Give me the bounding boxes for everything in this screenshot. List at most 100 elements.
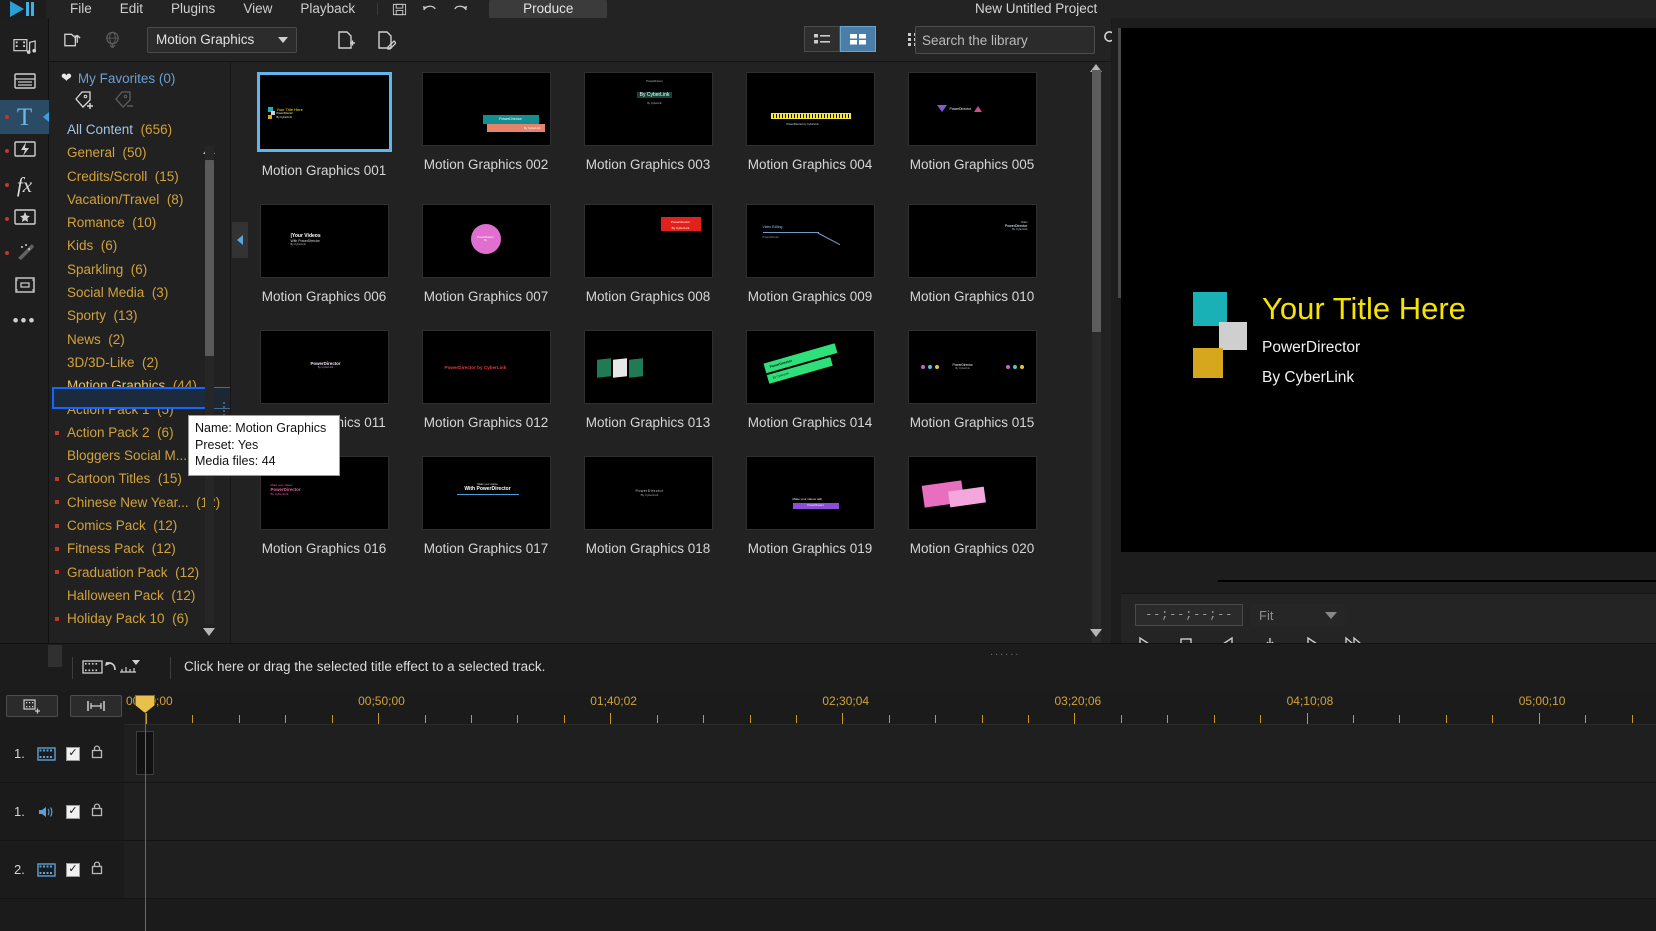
download-cloud-icon[interactable] bbox=[95, 25, 129, 55]
library-item-thumbnail[interactable]: Video Editing PowerDirector bbox=[745, 204, 875, 278]
library-item[interactable]: Make your videos with PowerDirector Motion… bbox=[729, 456, 891, 556]
library-item[interactable]: PowerDirector By CyberLink By CyberLink Mot… bbox=[567, 72, 729, 178]
sidebar-item-title-room[interactable]: T bbox=[0, 100, 49, 134]
library-item-thumbnail[interactable]: PowerDirector bbox=[907, 72, 1037, 146]
timeline-track[interactable]: 1. ✓ bbox=[0, 725, 1656, 783]
audio-track-icon[interactable] bbox=[36, 804, 56, 820]
undo-icon[interactable] bbox=[421, 2, 438, 16]
library-item[interactable]: Video PowerDirector By CyberLink Motion Gra… bbox=[891, 204, 1053, 304]
library-item[interactable]: PowerDirector by CyberLink Motion Graphic… bbox=[729, 72, 891, 178]
video-track-icon[interactable] bbox=[36, 746, 56, 762]
library-item-thumbnail[interactable]: Video PowerDirector By CyberLink bbox=[907, 204, 1037, 278]
library-item[interactable]: Video Editing PowerDirector Motion Graphic… bbox=[729, 204, 891, 304]
search-box[interactable] bbox=[915, 26, 1119, 54]
menu-plugins[interactable]: Plugins bbox=[157, 0, 229, 18]
library-item[interactable]: Make your videos With PowerDirector Motion… bbox=[405, 456, 567, 556]
lock-icon[interactable] bbox=[90, 802, 104, 822]
preview-stage[interactable]: Your Title Here PowerDirector By CyberLi… bbox=[1121, 28, 1656, 552]
timeline-track[interactable]: 1. ✓ bbox=[0, 783, 1656, 841]
library-item[interactable]: PowerDirectorBy CyberLink Motion Graphics… bbox=[891, 330, 1053, 430]
library-item-thumbnail[interactable]: Make your videos with PowerDirector bbox=[745, 456, 875, 530]
menu-view[interactable]: View bbox=[229, 0, 286, 18]
tag-add-icon[interactable] bbox=[73, 90, 99, 112]
snap-button[interactable] bbox=[70, 695, 122, 717]
library-item-thumbnail[interactable] bbox=[907, 456, 1037, 530]
lock-icon[interactable] bbox=[90, 860, 104, 880]
library-item[interactable]: |Your Videos With PowerDirector By CyberLi… bbox=[243, 204, 405, 304]
sidebar-item-overlay-room[interactable] bbox=[0, 202, 49, 236]
track-lane[interactable] bbox=[124, 783, 1656, 840]
grid-view-button[interactable] bbox=[840, 26, 876, 52]
splitter-dots[interactable]: ...... bbox=[990, 646, 1020, 658]
sidebar-item-media-room[interactable] bbox=[0, 32, 49, 66]
library-item[interactable]: PowerDirectorBy CyberLink Motion Graphics… bbox=[729, 330, 891, 430]
preview-timecode[interactable]: --;--;--;-- bbox=[1135, 604, 1243, 626]
timeline-ruler[interactable]: 00;00;0000;50;0001;40;0202;30;0403;20;06… bbox=[124, 691, 1656, 726]
library-item-thumbnail[interactable]: PowerDirector by CyberLink bbox=[421, 330, 551, 404]
track-lane[interactable] bbox=[124, 841, 1656, 898]
library-item[interactable]: PowerDirectorBy CyberLink Motion Graphics… bbox=[567, 204, 729, 304]
my-favorites-item[interactable]: ❤ My Favorites (0) bbox=[49, 62, 230, 86]
new-title-icon[interactable] bbox=[329, 25, 363, 55]
sidebar-item-effect-room[interactable]: fx bbox=[0, 168, 49, 202]
sidebar-item-transition-room[interactable] bbox=[0, 134, 49, 168]
library-item[interactable]: Motion Graphics 013 bbox=[567, 330, 729, 430]
sidebar-item-all-content[interactable]: All Content (656) bbox=[61, 118, 230, 141]
grid-scrollbar-thumb[interactable] bbox=[1092, 70, 1101, 332]
track-lane[interactable] bbox=[124, 725, 1656, 782]
library-item-thumbnail[interactable]: |Your Videos With PowerDirector By CyberLi… bbox=[259, 204, 389, 278]
library-item[interactable]: Motion Graphics 020 bbox=[891, 456, 1053, 556]
panel-drag-handle[interactable] bbox=[48, 645, 62, 667]
track-enable-checkbox[interactable]: ✓ bbox=[66, 746, 80, 761]
category-dropdown[interactable]: Motion Graphics bbox=[147, 26, 297, 53]
video-track-icon[interactable] bbox=[36, 862, 56, 878]
sidebar-item-particle-room[interactable] bbox=[0, 236, 49, 270]
library-item-thumbnail[interactable]: Your Title Here PowerDirector By CyberLink bbox=[256, 72, 392, 152]
import-media-icon[interactable] bbox=[55, 25, 89, 55]
list-view-button[interactable] bbox=[804, 26, 840, 52]
library-item-thumbnail[interactable]: PowerDirector by CyberLink bbox=[745, 72, 875, 146]
timeline-track[interactable]: 2. ✓ bbox=[0, 841, 1656, 899]
tag-remove-icon[interactable] bbox=[113, 90, 139, 112]
library-item[interactable]: PowerDirectorBy CyberLink Motion Graphics… bbox=[405, 72, 567, 178]
collapse-panel-button[interactable] bbox=[232, 222, 248, 258]
library-item-thumbnail[interactable]: PowerDirector By CyberLink bbox=[745, 330, 875, 404]
category-scrollbar-thumb[interactable] bbox=[205, 160, 214, 356]
track-manager-button[interactable] bbox=[6, 695, 58, 717]
produce-button[interactable]: Produce bbox=[489, 0, 608, 18]
edit-title-icon[interactable] bbox=[369, 25, 403, 55]
search-input[interactable] bbox=[922, 32, 1099, 48]
grid-scroll-down-arrow[interactable] bbox=[1090, 629, 1102, 637]
menu-file[interactable]: File bbox=[56, 0, 106, 18]
library-item-thumbnail[interactable]: PowerDirector By CyberLink By CyberLink bbox=[583, 72, 713, 146]
redo-icon[interactable] bbox=[452, 2, 469, 16]
sidebar-item-more-rooms[interactable]: ••• bbox=[0, 304, 49, 338]
library-item-thumbnail[interactable]: PowerDirector By CyberLink bbox=[583, 456, 713, 530]
library-item[interactable]: PowerDirector by CyberLink Motion Graphic… bbox=[405, 330, 567, 430]
track-enable-checkbox[interactable]: ✓ bbox=[66, 804, 80, 819]
lock-icon[interactable] bbox=[90, 744, 104, 764]
sidebar-item-clapper-room[interactable] bbox=[0, 66, 49, 100]
insert-to-track-icon[interactable] bbox=[82, 658, 144, 683]
library-item[interactable]: PowerDirectorBy CyberLink Motion Graphics… bbox=[567, 456, 729, 556]
library-item[interactable]: Your Title Here PowerDirector By CyberLink… bbox=[243, 72, 405, 178]
preview-zoom-select[interactable]: Fit bbox=[1251, 604, 1345, 626]
category-scroll-down-arrow[interactable] bbox=[203, 628, 215, 636]
library-item[interactable]: PowerDirector Motion Graphics 005 bbox=[891, 72, 1053, 178]
menu-playback[interactable]: Playback bbox=[286, 0, 369, 18]
library-item-thumbnail[interactable]: PowerDirector By CyberLink bbox=[907, 330, 1037, 404]
track-enable-checkbox[interactable]: ✓ bbox=[66, 862, 80, 877]
library-item-thumbnail[interactable]: PowerDirector By CyberLink bbox=[583, 204, 713, 278]
library-item-thumbnail[interactable]: PowerDirector By CyberLink bbox=[259, 330, 389, 404]
library-item-thumbnail[interactable]: Make your videos With PowerDirector bbox=[421, 456, 551, 530]
library-item[interactable]: PowerDirector By Motion Graphics 007 bbox=[405, 204, 567, 304]
category-label: Social Media bbox=[67, 285, 145, 301]
library-item-thumbnail[interactable] bbox=[583, 330, 713, 404]
library-item-thumbnail[interactable]: PowerDirector By CyberLink bbox=[421, 72, 551, 146]
preview-scrub-line[interactable] bbox=[1218, 580, 1656, 582]
save-icon[interactable] bbox=[392, 2, 407, 17]
library-item-thumbnail[interactable]: PowerDirector By bbox=[421, 204, 551, 278]
sidebar-item-subtitle-room[interactable] bbox=[0, 270, 49, 304]
menu-edit[interactable]: Edit bbox=[106, 0, 157, 18]
playhead[interactable] bbox=[135, 695, 155, 931]
